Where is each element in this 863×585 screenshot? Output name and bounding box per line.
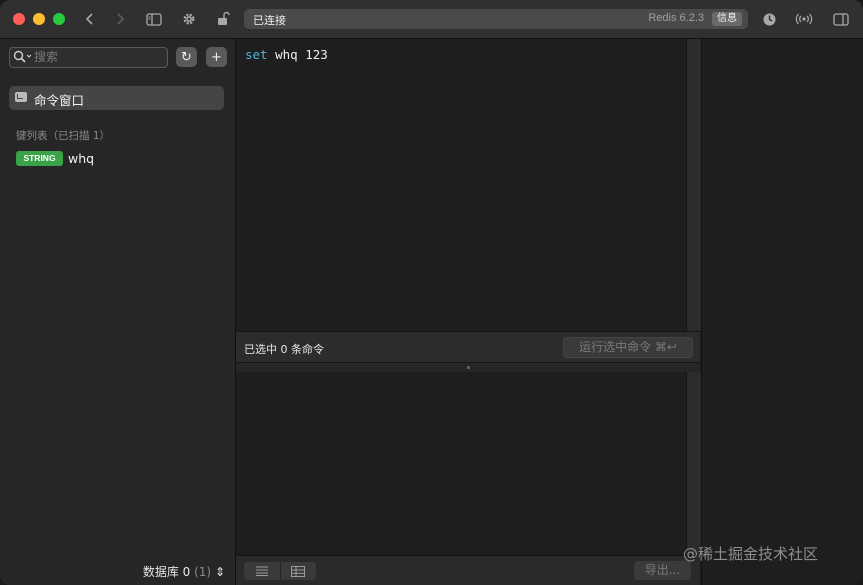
sidebar-item-label: 命令窗口 [34,93,85,108]
key-list-header: 键列表（已扫描 1） [16,130,111,142]
connection-address-bar[interactable]: 已连接 Redis 6.2.3 信息 [244,9,748,29]
plus-icon: + [211,49,222,65]
terminal-icon [15,92,27,102]
refresh-button[interactable]: ↻ [176,47,197,67]
lock-icon[interactable] [212,9,234,29]
command-editor[interactable]: set whq 123 [236,39,686,331]
view-mode-segmented-control[interactable] [244,562,316,580]
search-icon[interactable] [13,50,33,67]
connection-status: 已连接 [253,14,286,27]
info-button[interactable]: 信息 [712,12,742,26]
back-icon[interactable] [79,9,101,29]
command-status-bar: 已选中 0 条命令 运行选中命令 ⌘↩ [236,331,700,362]
result-pane [236,372,686,555]
command-line: set whq 123 [245,47,328,62]
search-input[interactable] [34,49,162,65]
inspector-pane [701,39,863,585]
database-key-count: (1) [194,565,212,579]
command-args: whq 123 [267,47,328,62]
list-view-icon[interactable] [244,562,281,580]
gear-icon[interactable] [178,9,200,29]
stepper-icon[interactable]: ⇕ [215,565,225,579]
zoom-window-button[interactable] [53,13,65,25]
broadcast-icon[interactable] [793,9,815,29]
table-view-icon[interactable] [280,562,316,580]
watermark: @稀土掘金技术社区 [683,545,819,563]
search-box[interactable] [9,47,168,68]
sidebar-item-command-window[interactable]: 命令窗口 [9,86,224,110]
inspector-toggle-icon[interactable] [830,9,852,29]
selection-count: 已选中 0 条命令 [244,343,324,356]
result-scrollbar[interactable] [686,372,701,555]
minimize-window-button[interactable] [33,13,45,25]
sidebar-toggle-icon[interactable] [143,9,165,29]
sidebar: ↻ + 命令窗口 键列表（已扫描 1） STRING whq 数据库 0 (1)… [0,39,236,585]
type-badge: STRING [16,151,63,166]
drag-handle-icon[interactable] [467,366,470,369]
title-bar: 已连接 Redis 6.2.3 信息 [0,0,863,39]
database-label: 数据库 0 [142,565,191,579]
refresh-icon: ↻ [181,49,192,65]
history-icon[interactable] [758,9,780,29]
key-name: whq [68,151,95,166]
add-key-button[interactable]: + [206,47,227,67]
command-keyword: set [245,47,268,62]
close-window-button[interactable] [13,13,25,25]
run-selected-button[interactable]: 运行选中命令 ⌘↩ [563,337,693,358]
app-window: 已连接 Redis 6.2.3 信息 ↻ + 命令窗口 [0,0,863,585]
forward-icon[interactable] [109,9,131,29]
redis-version: Redis 6.2.3 [648,12,704,24]
database-selector[interactable]: 数据库 0 (1) ⇕ [143,563,225,580]
result-toolbar: 导出... [236,555,700,585]
editor-scrollbar[interactable] [686,39,701,331]
